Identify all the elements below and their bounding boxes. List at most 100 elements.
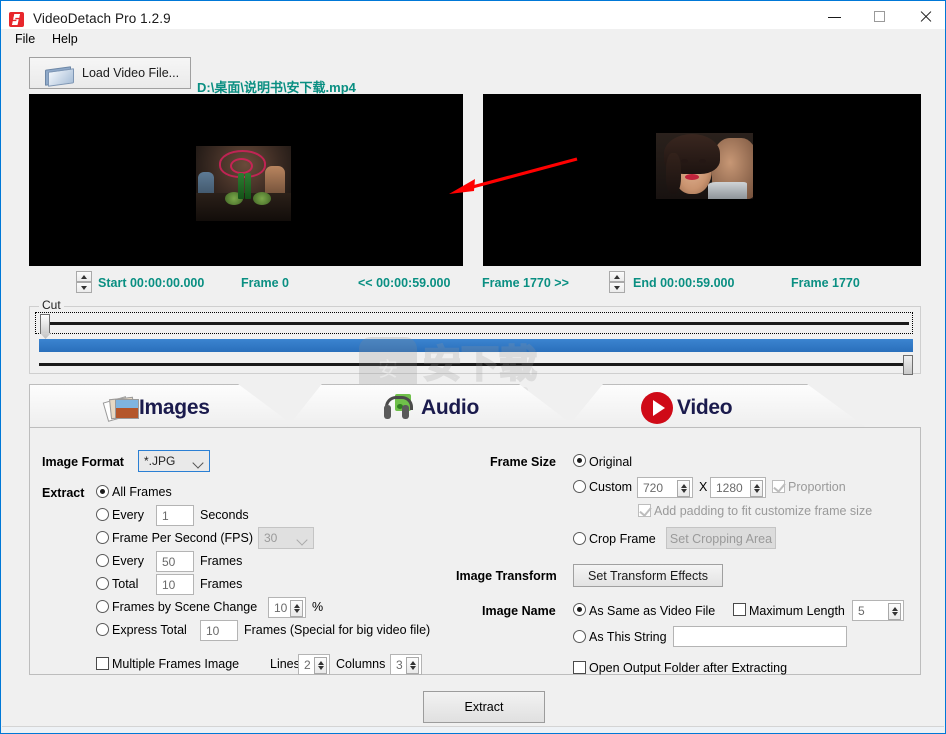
extract-button[interactable]: Extract [423,691,545,723]
image-format-value: *.JPG [144,454,176,468]
folder-icon [44,64,74,87]
tab-video[interactable]: Video [567,384,867,428]
radio-scene-change[interactable] [96,600,109,613]
current-time-label[interactable]: << 00:00:59.000 [358,276,450,290]
extract-button-label: Extract [464,700,504,714]
radio-name-same-as-video[interactable] [573,603,586,616]
radio-frame-custom[interactable] [573,480,586,493]
tab-audio[interactable]: Audio [287,384,577,428]
start-time-down-icon[interactable] [76,282,92,293]
tab-images-label: Images [139,396,210,419]
every-seconds-input[interactable]: 1 [156,505,194,526]
end-frame-label: Frame 1770 [791,276,860,290]
close-icon [903,1,946,31]
set-transform-effects-label: Set Transform Effects [588,569,708,583]
set-cropping-area-button[interactable]: Set Cropping Area [666,527,776,549]
express-total-input[interactable]: 10 [200,620,238,641]
app-logo-icon [9,12,24,27]
maximum-length-checkbox[interactable] [733,603,746,616]
columns-spin-icon[interactable] [406,657,419,674]
radio-every-seconds[interactable] [96,508,109,521]
multiple-frames-label: Multiple Frames Image [112,657,240,671]
open-output-folder-checkbox[interactable] [573,661,586,674]
open-output-folder-label: Open Output Folder after Extracting [589,661,788,675]
add-padding-label: Add padding to fit customize frame size [654,504,873,518]
scene-change-stepper[interactable]: 10 [268,597,306,618]
menu-item-file[interactable]: File [9,30,41,48]
end-slider-track[interactable] [39,363,909,366]
add-padding-checkbox[interactable] [638,504,651,517]
proportion-checkbox[interactable] [772,480,785,493]
start-slider-track[interactable] [43,322,909,325]
extract-options-label: Extract [42,486,85,500]
maximum-length-spin-icon[interactable] [888,603,901,620]
image-format-select[interactable]: *.JPG [138,450,210,472]
images-icon [102,395,139,422]
radio-every-seconds-label: Every [112,508,144,522]
set-transform-effects-button[interactable]: Set Transform Effects [573,564,723,587]
minimize-icon [813,1,858,31]
end-time-label: End 00:00:59.000 [633,276,735,290]
scene-change-spin-icon[interactable] [290,600,303,617]
end-time-up-icon[interactable] [609,271,625,282]
multiple-frames-checkbox[interactable] [96,657,109,670]
end-slider-thumb[interactable] [903,355,913,375]
maximize-button[interactable] [858,1,903,31]
start-frame-preview[interactable] [29,94,463,266]
frame-width-spin-icon[interactable] [677,480,690,497]
start-frame-thumbnail [196,146,291,221]
every-frames-input[interactable]: 50 [156,551,194,572]
radio-all-frames-label: All Frames [112,485,172,499]
end-frame-thumbnail [656,133,753,199]
start-slider-thumb[interactable] [40,314,50,334]
image-format-label: Image Format [42,455,124,469]
every-frames-value: 50 [162,555,176,569]
total-frames-input[interactable]: 10 [156,574,194,595]
radio-frame-original-label: Original [589,455,633,469]
menu-item-help[interactable]: Help [46,30,84,48]
radio-frame-original[interactable] [573,454,586,467]
frame-width-value: 720 [643,481,664,495]
end-frame-preview[interactable] [483,94,921,266]
columns-stepper[interactable]: 3 [390,654,422,675]
radio-total-frames-label: Total [112,577,139,591]
scene-change-suffix: % [312,600,324,614]
radio-fps-label: Frame Per Second (FPS) [112,531,254,545]
start-time-up-icon[interactable] [76,271,92,282]
frame-height-spin-icon[interactable] [750,480,763,497]
minimize-button[interactable] [813,1,858,31]
tab-images[interactable]: Images [29,384,297,428]
radio-express-total[interactable] [96,623,109,636]
status-bar [2,726,944,732]
columns-label: Columns [336,657,386,671]
end-time-down-icon[interactable] [609,282,625,293]
maximum-length-value: 5 [858,604,865,618]
every-seconds-suffix: Seconds [200,508,249,522]
image-name-string-input[interactable] [673,626,847,647]
frame-size-separator: X [699,480,708,494]
start-time-stepper[interactable] [76,271,92,293]
radio-every-frames[interactable] [96,554,109,567]
load-video-file-label: Load Video File... [82,66,180,80]
maximum-length-stepper[interactable]: 5 [852,600,904,621]
fps-select[interactable]: 30 [258,527,314,549]
radio-crop-frame[interactable] [573,532,586,545]
cut-group-label: Cut [39,298,64,312]
frame-height-stepper[interactable]: 1280 [710,477,766,498]
current-frame-label[interactable]: Frame 1770 >> [482,276,569,290]
lines-stepper[interactable]: 2 [298,654,330,675]
load-video-file-button[interactable]: Load Video File... [29,57,191,89]
close-button[interactable] [903,1,946,31]
lines-value: 2 [304,658,311,672]
fps-value: 30 [264,531,278,545]
menu-bar: File Help [1,29,945,48]
radio-all-frames[interactable] [96,485,109,498]
lines-label: Lines [270,657,300,671]
tab-video-label: Video [677,396,733,419]
radio-name-as-string[interactable] [573,630,586,643]
lines-spin-icon[interactable] [314,657,327,674]
frame-width-stepper[interactable]: 720 [637,477,693,498]
radio-total-frames[interactable] [96,577,109,590]
radio-fps[interactable] [96,531,109,544]
end-time-stepper[interactable] [609,271,625,293]
